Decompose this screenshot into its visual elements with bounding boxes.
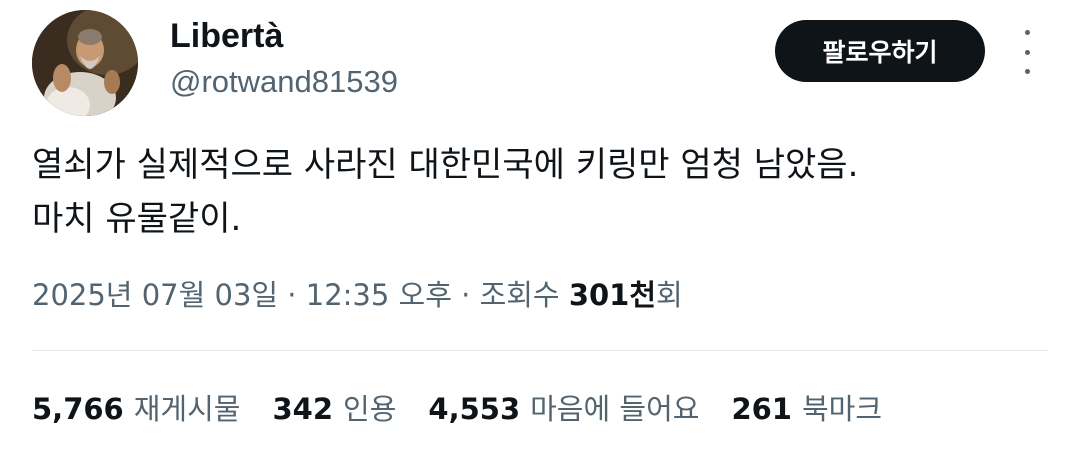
meta-separator: · [451,278,480,312]
views-count: 301천 [568,278,657,312]
tweet-time[interactable]: 12:35 오후 [306,278,452,312]
stat-label: 북마크 [801,392,883,426]
tweet-date[interactable]: 2025년 07월 03일 [32,278,278,312]
views-label: 조회수 [479,278,560,312]
views-suffix: 회 [656,278,683,312]
stat-label: 인용 [343,392,397,426]
author-display-name[interactable]: Libertà [170,14,283,58]
tweet-meta: 2025년 07월 03일 · 12:35 오후 · 조회수 301천회 [32,272,683,318]
avatar[interactable] [32,10,138,116]
tweet-text: 열쇠가 실제적으로 사라진 대한민국에 키링만 엄청 남았음. 마치 유물같이. [32,138,1052,246]
engagement-stats: 5,766 재게시물 342 인용 4,553 마음에 들어요 261 북마크 [32,386,882,432]
stat-bookmarks[interactable]: 261 북마크 [731,386,882,432]
meta-separator: · [278,278,306,312]
divider [32,350,1048,351]
follow-button[interactable]: 팔로우하기 [775,20,985,82]
more-dot-icon [1024,49,1030,55]
more-options-button[interactable] [1014,30,1040,74]
stat-value: 4,553 [428,392,521,426]
stat-likes[interactable]: 4,553 마음에 들어요 [428,386,699,432]
more-dot-icon [1024,30,1030,35]
more-dot-icon [1024,69,1030,74]
avatar-portrait-image [32,10,138,116]
stat-quotes[interactable]: 342 인용 [272,386,396,432]
tweet-text-line: 마치 유물같이. [32,199,242,239]
author-handle[interactable]: @rotwand81539 [170,62,398,102]
stat-reposts[interactable]: 5,766 재게시물 [32,386,240,432]
stat-label: 재게시물 [133,392,241,426]
stat-label: 마음에 들어요 [530,392,700,426]
stat-value: 5,766 [32,392,124,426]
stat-value: 261 [731,392,792,426]
stat-value: 342 [272,392,334,426]
tweet-text-line: 열쇠가 실제적으로 사라진 대한민국에 키링만 엄청 남았음. [32,145,859,185]
